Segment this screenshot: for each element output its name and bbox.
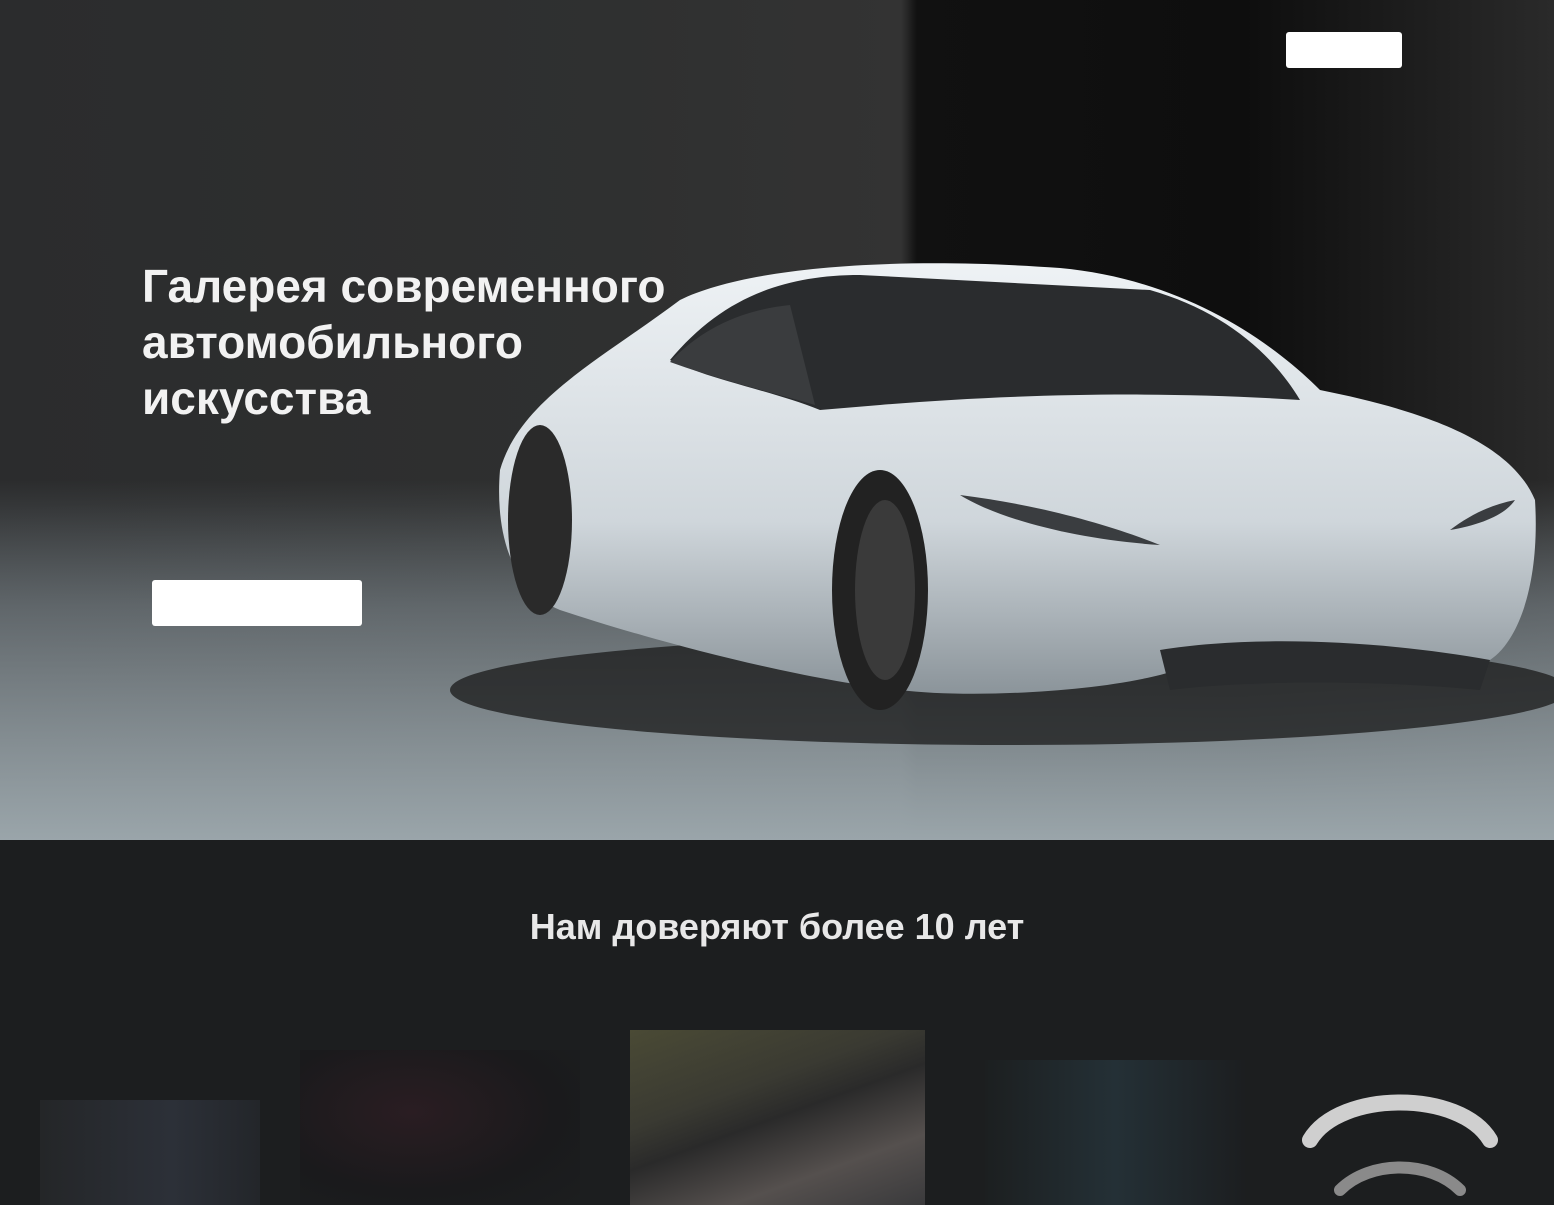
- brand-logo-5: [1300, 1080, 1500, 1205]
- hero-title: Галерея современного автомобильного иску…: [142, 260, 666, 424]
- brand-logo-4: [985, 1060, 1245, 1205]
- steering-wheel-icon: [1302, 1094, 1498, 1196]
- brand-logo[interactable]: [728, 30, 888, 82]
- header-nav-link[interactable]: [1128, 38, 1258, 60]
- hero-cta-button[interactable]: [152, 580, 362, 626]
- header-cta-button[interactable]: [1286, 32, 1402, 68]
- hero-section: Галерея современного автомобильного иску…: [0, 0, 1554, 840]
- brand-logo-2: [300, 1050, 580, 1205]
- trust-section-title: Нам доверяют более 10 лет: [529, 906, 1025, 947]
- brand-logo-3: [630, 1030, 925, 1205]
- brand-logo-1: [40, 1100, 260, 1205]
